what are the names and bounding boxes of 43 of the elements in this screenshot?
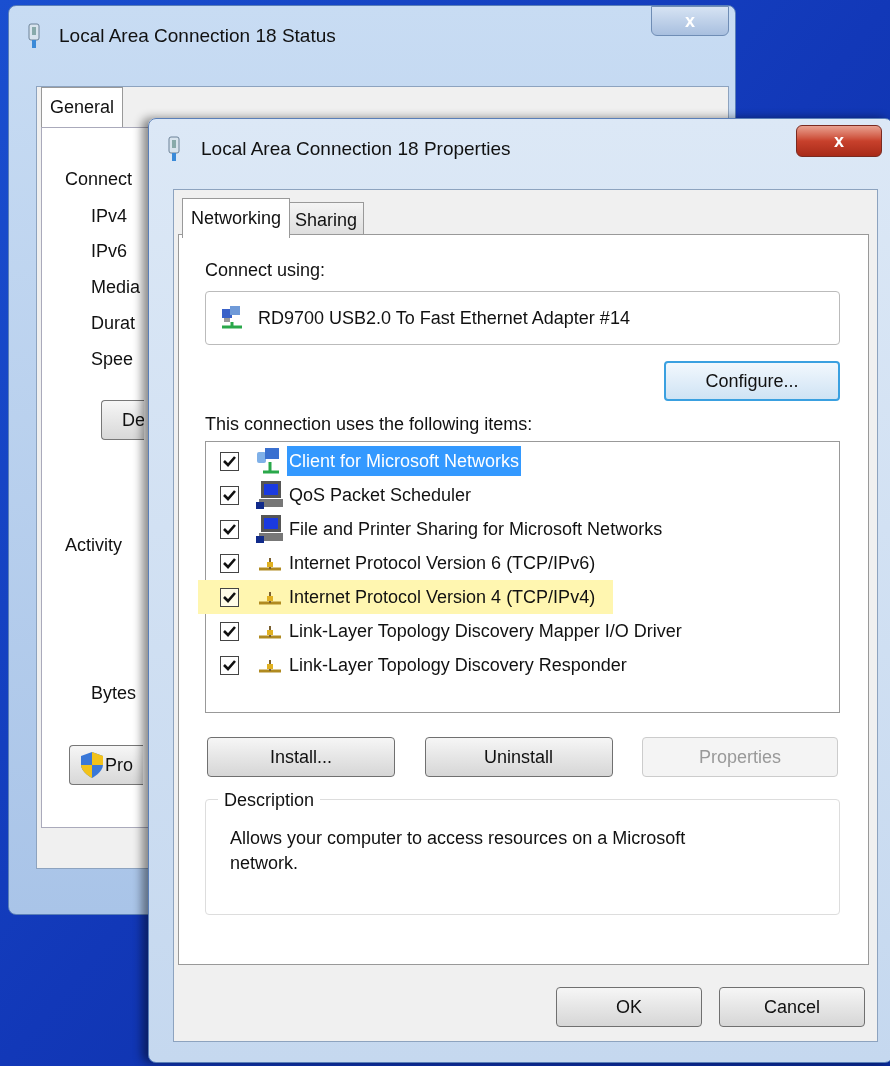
close-button[interactable]: x xyxy=(796,125,882,157)
section-label: Connect using: xyxy=(205,259,327,282)
field-label: Bytes xyxy=(91,682,137,705)
button[interactable]: Uninstall xyxy=(424,737,613,777)
checkbox[interactable] xyxy=(220,621,239,641)
checkbox[interactable] xyxy=(220,553,239,573)
computer-icon xyxy=(255,480,285,510)
button[interactable]: Install... xyxy=(207,737,395,777)
field-label: IPv6 xyxy=(91,240,128,263)
computer-icon xyxy=(255,514,285,544)
network-plug-icon xyxy=(27,23,41,49)
section-label: Connect xyxy=(65,168,133,191)
button[interactable]: OK xyxy=(556,987,702,1027)
button[interactable]: Cancel xyxy=(719,987,865,1027)
checkbox[interactable] xyxy=(220,519,239,539)
list-item[interactable]: Internet Protocol Version 4 (TCP/IPv4) xyxy=(287,582,598,612)
field-label: Durat xyxy=(91,312,135,335)
window-title: Local Area Connection 18 Status xyxy=(59,23,336,48)
checkbox[interactable] xyxy=(220,655,239,675)
window-title: Local Area Connection 18 Properties xyxy=(201,136,511,161)
list-item[interactable]: QoS Packet Scheduler xyxy=(287,480,474,510)
network-adapter-icon xyxy=(220,305,244,331)
field-label: IPv4 xyxy=(91,205,128,228)
network-plug-icon xyxy=(167,136,181,162)
list-item[interactable]: Link-Layer Topology Discovery Mapper I/O Driver xyxy=(287,616,684,646)
configure-button[interactable]: Configure... xyxy=(664,361,840,401)
field-label: Spee xyxy=(91,348,134,371)
tab[interactable]: General xyxy=(41,87,124,127)
adapter-name: RD9700 USB2.0 To Fast Ethernet Adapter #14 xyxy=(258,306,630,330)
checkbox[interactable] xyxy=(220,485,239,505)
shield-icon xyxy=(80,751,104,779)
section-label: This connection uses the following items: xyxy=(205,413,534,436)
list-item[interactable]: Internet Protocol Version 6 (TCP/IPv6) xyxy=(287,548,598,578)
section-label: Activity xyxy=(65,534,122,557)
description-text: Allows your computer to access resources on a Microsoft network. xyxy=(230,827,687,875)
field-label: Media xyxy=(91,276,141,299)
tab[interactable]: Networking xyxy=(182,198,291,238)
checkbox[interactable] xyxy=(220,587,239,607)
button[interactable]: De xyxy=(101,400,144,440)
button[interactable]: Pro xyxy=(69,745,143,785)
checkbox[interactable] xyxy=(220,451,239,471)
list-item[interactable]: Link-Layer Topology Discovery Responder xyxy=(287,650,629,680)
list-item[interactable]: File and Printer Sharing for Microsoft Networks xyxy=(287,514,665,544)
